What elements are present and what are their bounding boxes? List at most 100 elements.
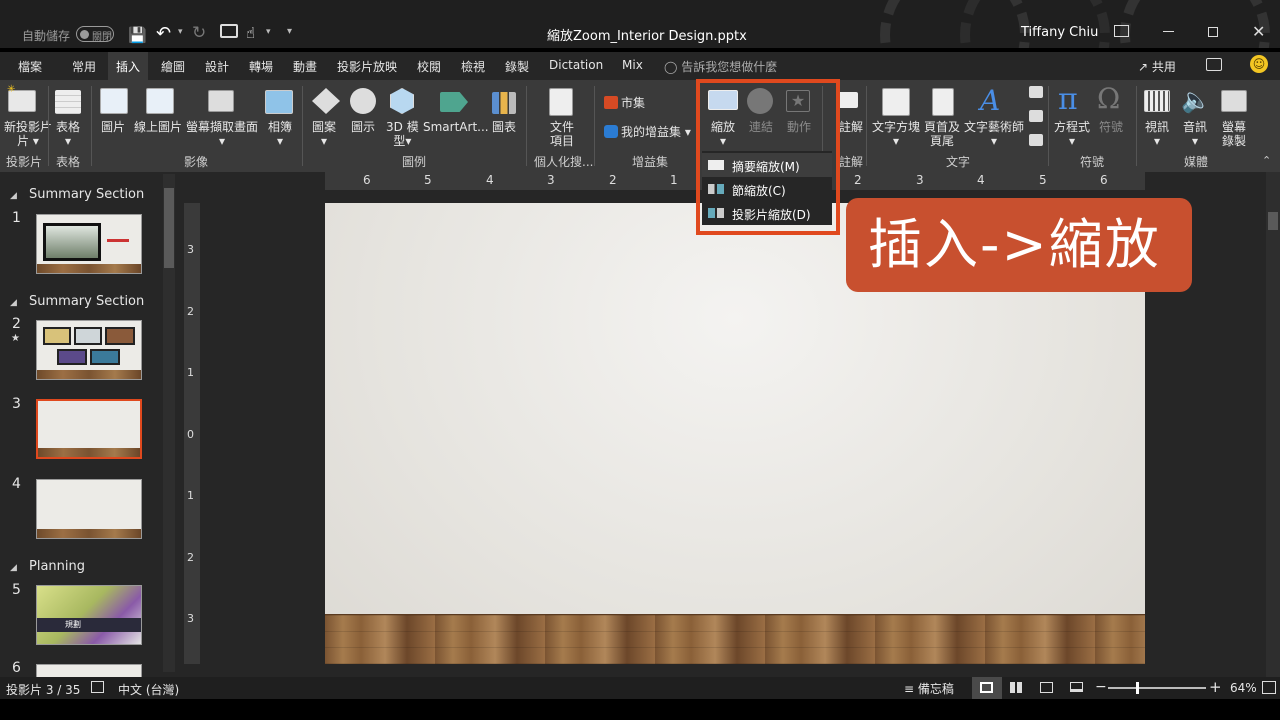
zoom-out-icon[interactable]: − xyxy=(1095,679,1107,695)
tab-view[interactable]: 檢視 xyxy=(461,58,485,75)
comment-button[interactable]: 註解 xyxy=(839,120,863,134)
3d-model-button[interactable]: 3D 模型▾ xyxy=(386,120,419,148)
audio-button[interactable]: 音訊 ▾ xyxy=(1183,120,1207,148)
zoom-slider-handle[interactable] xyxy=(1136,682,1139,694)
new-slide-button[interactable]: 新投影片片 ▾ xyxy=(4,120,52,148)
slide-count[interactable]: 投影片 3 / 35 xyxy=(6,681,80,698)
tab-record[interactable]: 錄製 xyxy=(505,58,529,75)
icons-button[interactable]: 圖示 xyxy=(351,120,375,134)
restore-icon[interactable] xyxy=(1208,27,1218,37)
zoom-slider-track[interactable] xyxy=(1108,687,1206,689)
screen-recording-icon xyxy=(1221,90,1247,112)
language-indicator[interactable]: 中文 (台灣) xyxy=(118,681,179,698)
table-button[interactable]: 表格 ▾ xyxy=(56,120,80,148)
section-collapse-icon[interactable]: ◢ xyxy=(10,563,17,573)
share-button[interactable]: ↗ 共用 xyxy=(1138,58,1176,75)
tab-file[interactable]: 檔案 xyxy=(18,58,42,75)
3d-model-icon xyxy=(390,88,414,114)
header-footer-button[interactable]: 頁首及 頁尾 xyxy=(924,120,960,148)
minimize-icon[interactable] xyxy=(1163,31,1174,32)
touch-dropdown-icon[interactable]: ▾ xyxy=(266,27,271,37)
photo-album-button[interactable]: 相簿 ▾ xyxy=(268,120,292,148)
notes-label: 備忘稿 xyxy=(917,682,954,696)
picture-button[interactable]: 圖片 xyxy=(101,120,125,134)
comments-icon[interactable] xyxy=(1206,58,1222,71)
slide-sorter-icon[interactable] xyxy=(1010,682,1023,693)
tab-design[interactable]: 設計 xyxy=(205,58,229,75)
store-button[interactable]: 市集 xyxy=(621,96,645,110)
slide-thumbnail-1[interactable] xyxy=(36,214,142,274)
slide-thumbnail-3-selected[interactable] xyxy=(36,399,142,459)
zoom-percent[interactable]: 64% xyxy=(1230,681,1257,695)
account-name[interactable]: Tiffany Chiu xyxy=(1021,25,1098,40)
spelling-check-icon[interactable] xyxy=(91,681,104,693)
my-addins-button[interactable]: 我的增益集 ▾ xyxy=(621,125,691,139)
document-item-icon xyxy=(549,88,573,116)
instruction-callout: 插入->縮放 xyxy=(846,198,1192,292)
video-button[interactable]: 視訊 ▾ xyxy=(1145,120,1169,148)
collapse-ribbon-icon[interactable]: ⌃ xyxy=(1262,154,1271,167)
section-header[interactable]: Planning xyxy=(29,559,85,574)
touch-mode-icon[interactable]: ☝ xyxy=(246,24,255,42)
header-footer-icon xyxy=(932,88,954,116)
section-header[interactable]: Summary Section xyxy=(29,187,144,202)
normal-view-button[interactable] xyxy=(972,677,1002,699)
ribbon-separator xyxy=(526,86,527,166)
redo-icon[interactable]: ↻ xyxy=(192,23,206,43)
present-from-start-icon[interactable] xyxy=(220,24,238,38)
online-picture-button[interactable]: 線上圖片 xyxy=(134,120,182,134)
slide-thumbnail-2[interactable] xyxy=(36,320,142,380)
slide-thumbnail-6[interactable] xyxy=(36,664,142,677)
ribbon-separator xyxy=(1136,86,1137,166)
slide-thumbnail-4[interactable] xyxy=(36,479,142,539)
undo-dropdown-icon[interactable]: ▾ xyxy=(178,27,183,37)
tell-me-search[interactable]: ◯ 告訴我您想做什麼 xyxy=(664,58,777,75)
slideshow-icon[interactable] xyxy=(1070,682,1083,692)
screenshot-button[interactable]: 螢幕擷取畫面 ▾ xyxy=(186,120,258,148)
document-item-label-2: 項目 xyxy=(550,134,575,148)
date-time-icon[interactable] xyxy=(1029,86,1043,98)
section-header[interactable]: Summary Section xyxy=(29,294,144,309)
reading-view-icon[interactable] xyxy=(1040,682,1053,693)
editor-scrollbar[interactable] xyxy=(1266,172,1280,677)
autosave-toggle[interactable]: 關閉 xyxy=(76,26,114,43)
tab-mix[interactable]: Mix xyxy=(622,58,643,72)
smartart-button[interactable]: SmartArt... xyxy=(423,120,489,134)
zoom-in-icon[interactable]: + xyxy=(1209,678,1222,696)
slide-thumbnail-5[interactable]: 規劃 xyxy=(36,585,142,645)
group-tables-label: 表格 xyxy=(56,155,81,169)
tab-dictation[interactable]: Dictation xyxy=(549,58,603,72)
tab-home[interactable]: 常用 xyxy=(72,58,96,75)
panel-scrollbar-thumb[interactable] xyxy=(164,188,174,268)
bottom-border xyxy=(0,699,1280,720)
tab-draw[interactable]: 繪圖 xyxy=(161,58,185,75)
screen-recording-button[interactable]: 螢幕 錄製 xyxy=(1222,120,1246,148)
symbol-button[interactable]: 符號 xyxy=(1099,120,1123,134)
save-icon[interactable]: 💾 xyxy=(128,26,147,44)
fit-to-window-icon[interactable] xyxy=(1262,681,1276,694)
shapes-button[interactable]: 圖案 ▾ xyxy=(312,120,336,148)
tab-review[interactable]: 校閱 xyxy=(417,58,441,75)
ribbon-display-options-icon[interactable] xyxy=(1114,25,1129,37)
undo-icon[interactable]: ↶ xyxy=(156,23,171,44)
smiley-feedback-icon[interactable]: ☺ xyxy=(1250,55,1268,73)
tab-animations[interactable]: 動畫 xyxy=(293,58,317,75)
section-collapse-icon[interactable]: ◢ xyxy=(10,191,17,201)
customize-qat-icon[interactable]: ▾ xyxy=(287,26,292,37)
close-icon[interactable]: ✕ xyxy=(1252,22,1265,41)
wordart-button[interactable]: 文字藝術師 ▾ xyxy=(964,120,1024,148)
object-icon[interactable] xyxy=(1029,134,1043,146)
tab-insert[interactable]: 插入 xyxy=(108,52,149,82)
document-item-button[interactable]: 文件 項目 xyxy=(550,120,574,148)
notes-button[interactable]: ≡ 備忘稿 xyxy=(904,680,954,697)
equation-button[interactable]: 方程式 ▾ xyxy=(1054,120,1090,148)
3d-model-label-2: 型 xyxy=(393,134,406,148)
slide-number-icon[interactable] xyxy=(1029,110,1043,122)
tab-slideshow[interactable]: 投影片放映 xyxy=(337,58,397,75)
chart-button[interactable]: 圖表 xyxy=(492,120,516,134)
tab-transitions[interactable]: 轉場 xyxy=(249,58,273,75)
section-collapse-icon[interactable]: ◢ xyxy=(10,298,17,308)
ruler-mark: 3 xyxy=(187,243,194,256)
editor-scrollbar-thumb[interactable] xyxy=(1268,212,1278,230)
textbox-button[interactable]: 文字方塊 ▾ xyxy=(872,120,920,148)
